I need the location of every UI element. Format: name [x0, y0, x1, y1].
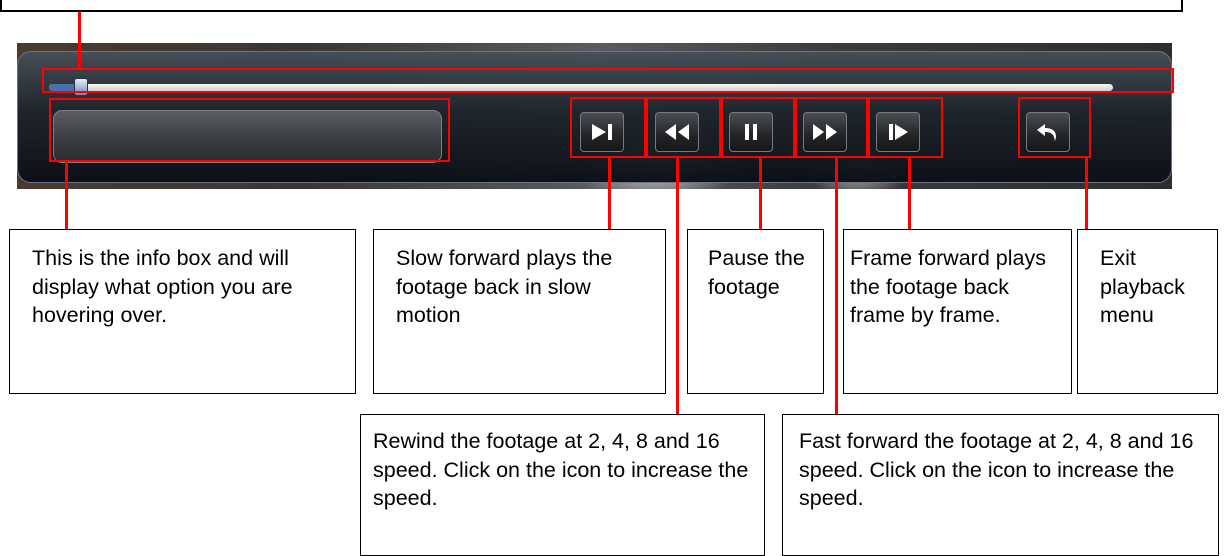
exit-callout: Exit playback menu: [1077, 229, 1218, 394]
info-box-highlight: [49, 98, 450, 162]
slow-forward-callout: Slow forward plays the footage back in s…: [373, 229, 666, 394]
progress-bar-connector: [78, 12, 81, 68]
pause-callout: Pause the footage: [687, 229, 824, 394]
fast-forward-connector: [835, 158, 838, 418]
exit-highlight: [1018, 97, 1091, 158]
info-box-callout: This is the info box and will display wh…: [9, 229, 356, 394]
pause-connector: [759, 158, 762, 230]
rewind-callout: Rewind the footage at 2, 4, 8 and 16 spe…: [360, 414, 765, 556]
slow-forward-connector: [608, 158, 611, 230]
exit-callout-text: Exit playback menu: [1100, 246, 1185, 328]
rewind-connector: [676, 158, 679, 418]
slow-forward-callout-text: Slow forward plays the footage back in s…: [396, 246, 613, 328]
pause-callout-text: Pause the footage: [708, 246, 805, 299]
exit-connector: [1085, 158, 1088, 230]
fast-forward-callout: Fast forward the footage at 2, 4, 8 and …: [782, 414, 1219, 556]
rewind-callout-text: Rewind the footage at 2, 4, 8 and 16 spe…: [373, 429, 749, 511]
info-box-connector: [65, 162, 68, 230]
rewind-highlight: [646, 97, 721, 158]
frame-forward-callout-text: Frame forward plays the footage back fra…: [850, 246, 1046, 328]
slow-forward-highlight: [570, 97, 646, 158]
fast-forward-callout-text: Fast forward the footage at 2, 4, 8 and …: [799, 429, 1194, 511]
progress-bar-callout-box: [0, 0, 1183, 12]
info-box-callout-text: This is the info box and will display wh…: [32, 246, 293, 328]
pause-highlight: [721, 97, 795, 158]
fast-forward-highlight: [795, 97, 868, 158]
progress-bar-highlight: [42, 68, 1174, 93]
frame-forward-callout: Frame forward plays the footage back fra…: [843, 229, 1072, 394]
frame-forward-connector: [908, 158, 911, 230]
frame-forward-highlight: [868, 97, 943, 158]
